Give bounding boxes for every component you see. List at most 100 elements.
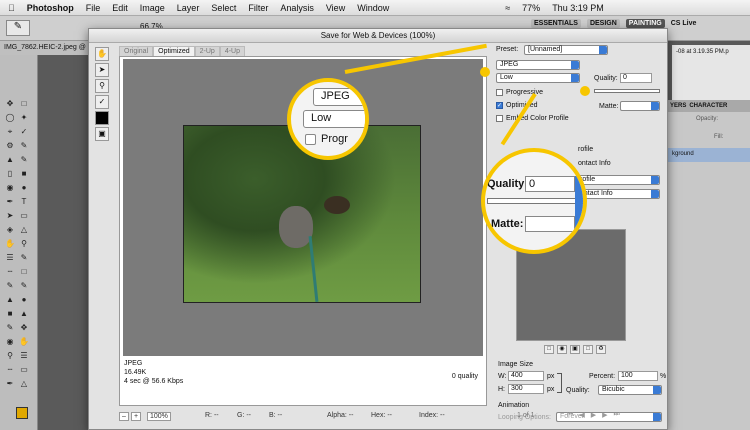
optimized-check-icon[interactable]: ✓ bbox=[496, 102, 503, 109]
count-tool-icon[interactable]: ✎ bbox=[18, 253, 30, 263]
compression-select[interactable]: Low bbox=[496, 73, 580, 83]
embed-profile-checkbox[interactable]: Embed Color Profile bbox=[496, 115, 569, 122]
type-tool-icon[interactable]: T bbox=[18, 197, 30, 207]
marquee-tool-icon[interactable]: □ bbox=[18, 99, 30, 109]
misc-tool-icon[interactable]: □ bbox=[18, 267, 30, 277]
move-tool-icon[interactable]: ✥ bbox=[4, 99, 16, 109]
quality-input[interactable]: 0 bbox=[620, 73, 652, 83]
brush-tool-icon[interactable]: ✎ bbox=[6, 20, 30, 36]
shape-tool-icon[interactable]: ▭ bbox=[18, 211, 30, 221]
last-frame-icon[interactable]: ⏭ bbox=[613, 411, 619, 419]
hand-tool-icon[interactable]: ✋ bbox=[4, 239, 16, 249]
tab-2-up[interactable]: 2-Up bbox=[194, 46, 220, 56]
menu-image[interactable]: Image bbox=[140, 3, 165, 13]
tool-icon[interactable]: ▲ bbox=[4, 295, 16, 305]
gradient-tool-icon[interactable]: ■ bbox=[18, 169, 30, 179]
workspace-essentials[interactable]: ESSENTIALS bbox=[531, 19, 581, 28]
foreground-color-swatch[interactable] bbox=[16, 407, 28, 419]
eyedropper-tool-icon[interactable]: ✓ bbox=[95, 95, 109, 109]
tool-icon[interactable]: △ bbox=[18, 379, 30, 389]
dodge-tool-icon[interactable]: ● bbox=[18, 183, 30, 193]
percent-input[interactable]: 100 bbox=[618, 371, 658, 381]
preset-select[interactable]: [Unnamed] bbox=[524, 45, 608, 55]
3d-camera-tool-icon[interactable]: △ bbox=[18, 225, 30, 235]
crop-tool-icon[interactable]: ⌖ bbox=[4, 127, 16, 137]
tool-icon[interactable]: ╌ bbox=[4, 365, 16, 375]
new-color-icon[interactable]: □ bbox=[583, 345, 593, 354]
zoom-in-button[interactable]: + bbox=[131, 412, 142, 421]
tool-icon[interactable]: ▲ bbox=[18, 309, 30, 319]
3d-tool-icon[interactable]: ◈ bbox=[4, 225, 16, 235]
eraser-tool-icon[interactable]: ▯ bbox=[4, 169, 16, 179]
document-tab[interactable]: IMG_7862.HEIC-2.jpeg @ 66.7% bbox=[0, 41, 100, 55]
right-document-tab[interactable]: -08 at 3.19.35 PM.p bbox=[676, 49, 746, 55]
metadata-select[interactable]: ontact Info bbox=[576, 189, 660, 199]
eyedropper-tool-icon[interactable]: ✓ bbox=[18, 127, 30, 137]
wifi-icon[interactable]: ≈ bbox=[505, 3, 510, 13]
lock-color-icon[interactable]: ▣ bbox=[570, 345, 580, 354]
tool-icon[interactable]: ✎ bbox=[4, 281, 16, 291]
layer-row[interactable]: kground bbox=[668, 148, 750, 162]
menu-file[interactable]: File bbox=[86, 3, 101, 13]
tab-layers[interactable]: YERS bbox=[670, 103, 686, 109]
menu-filter[interactable]: Filter bbox=[248, 3, 268, 13]
tool-icon[interactable]: ▭ bbox=[18, 365, 30, 375]
zoom-out-button[interactable]: – bbox=[119, 412, 129, 421]
lasso-tool-icon[interactable]: ◯ bbox=[4, 113, 16, 123]
matte-select[interactable] bbox=[620, 101, 660, 111]
clock[interactable]: Thu 3:19 PM bbox=[552, 3, 604, 13]
tool-icon[interactable]: ✎ bbox=[4, 323, 16, 333]
menu-analysis[interactable]: Analysis bbox=[280, 3, 314, 13]
menu-select[interactable]: Select bbox=[211, 3, 236, 13]
cs-live-button[interactable]: CS Live bbox=[671, 20, 697, 27]
color-profile-select[interactable]: rofile bbox=[576, 175, 660, 185]
tab-4-up[interactable]: 4-Up bbox=[219, 46, 246, 56]
workspace-design[interactable]: DESIGN bbox=[586, 19, 620, 28]
path-select-tool-icon[interactable]: ➤ bbox=[4, 211, 16, 221]
magic-wand-tool-icon[interactable]: ✦ bbox=[18, 113, 30, 123]
tool-icon[interactable]: ⚲ bbox=[4, 351, 16, 361]
apple-icon[interactable]:  bbox=[8, 3, 15, 13]
pen-tool-icon[interactable]: ✒ bbox=[4, 197, 16, 207]
tool-icon[interactable]: ◉ bbox=[4, 337, 16, 347]
tool-icon[interactable]: ✋ bbox=[18, 337, 30, 347]
tool-icon[interactable]: ✥ bbox=[18, 323, 30, 333]
note-tool-icon[interactable]: ☰ bbox=[4, 253, 16, 263]
constrain-link-icon[interactable] bbox=[557, 373, 562, 393]
tool-icon[interactable]: ✎ bbox=[18, 281, 30, 291]
menu-edit[interactable]: Edit bbox=[112, 3, 128, 13]
healing-tool-icon[interactable]: ⚙ bbox=[4, 141, 16, 151]
progressive-box[interactable] bbox=[496, 89, 503, 96]
format-select[interactable]: JPEG bbox=[496, 60, 580, 70]
tool-icon[interactable]: ■ bbox=[4, 309, 16, 319]
zoom-select[interactable]: 100% bbox=[147, 412, 171, 421]
workspace-painting[interactable]: PAINTING bbox=[625, 19, 665, 28]
embed-profile-box[interactable] bbox=[496, 115, 503, 122]
quality-slider[interactable] bbox=[594, 89, 660, 93]
tab-optimized[interactable]: Optimized bbox=[153, 46, 195, 56]
web-snap-icon[interactable]: ◉ bbox=[557, 345, 567, 354]
tool-icon[interactable]: ☰ bbox=[18, 351, 30, 361]
first-frame-icon[interactable]: ⏮ bbox=[567, 411, 573, 419]
toggle-slices-icon[interactable]: ▣ bbox=[95, 127, 109, 141]
resample-select[interactable]: Bicubic bbox=[598, 385, 662, 395]
zoom-tool-icon[interactable]: ⚲ bbox=[18, 239, 30, 249]
eyedropper-color-swatch[interactable] bbox=[95, 111, 109, 125]
prev-frame-icon[interactable]: ◀ bbox=[579, 411, 584, 419]
hand-tool-icon[interactable]: ✋ bbox=[95, 47, 109, 61]
tab-character[interactable]: CHARACTER bbox=[689, 103, 727, 109]
zoom-tool-icon[interactable]: ⚲ bbox=[95, 79, 109, 93]
trash-icon[interactable]: ♻ bbox=[596, 345, 606, 354]
height-input[interactable]: 300 bbox=[508, 384, 544, 394]
menu-view[interactable]: View bbox=[326, 3, 345, 13]
tool-icon[interactable]: ✒ bbox=[4, 379, 16, 389]
next-frame-icon[interactable]: ▶ bbox=[602, 411, 607, 419]
tool-icon[interactable]: ● bbox=[18, 295, 30, 305]
history-brush-tool-icon[interactable]: ✎ bbox=[18, 155, 30, 165]
tab-original[interactable]: Original bbox=[119, 46, 154, 56]
width-input[interactable]: 400 bbox=[508, 371, 544, 381]
stamp-tool-icon[interactable]: ▲ bbox=[4, 155, 16, 165]
menu-app[interactable]: Photoshop bbox=[27, 3, 74, 13]
battery-label[interactable]: 77% bbox=[522, 3, 540, 13]
ruler-tool-icon[interactable]: ╌ bbox=[4, 267, 16, 277]
